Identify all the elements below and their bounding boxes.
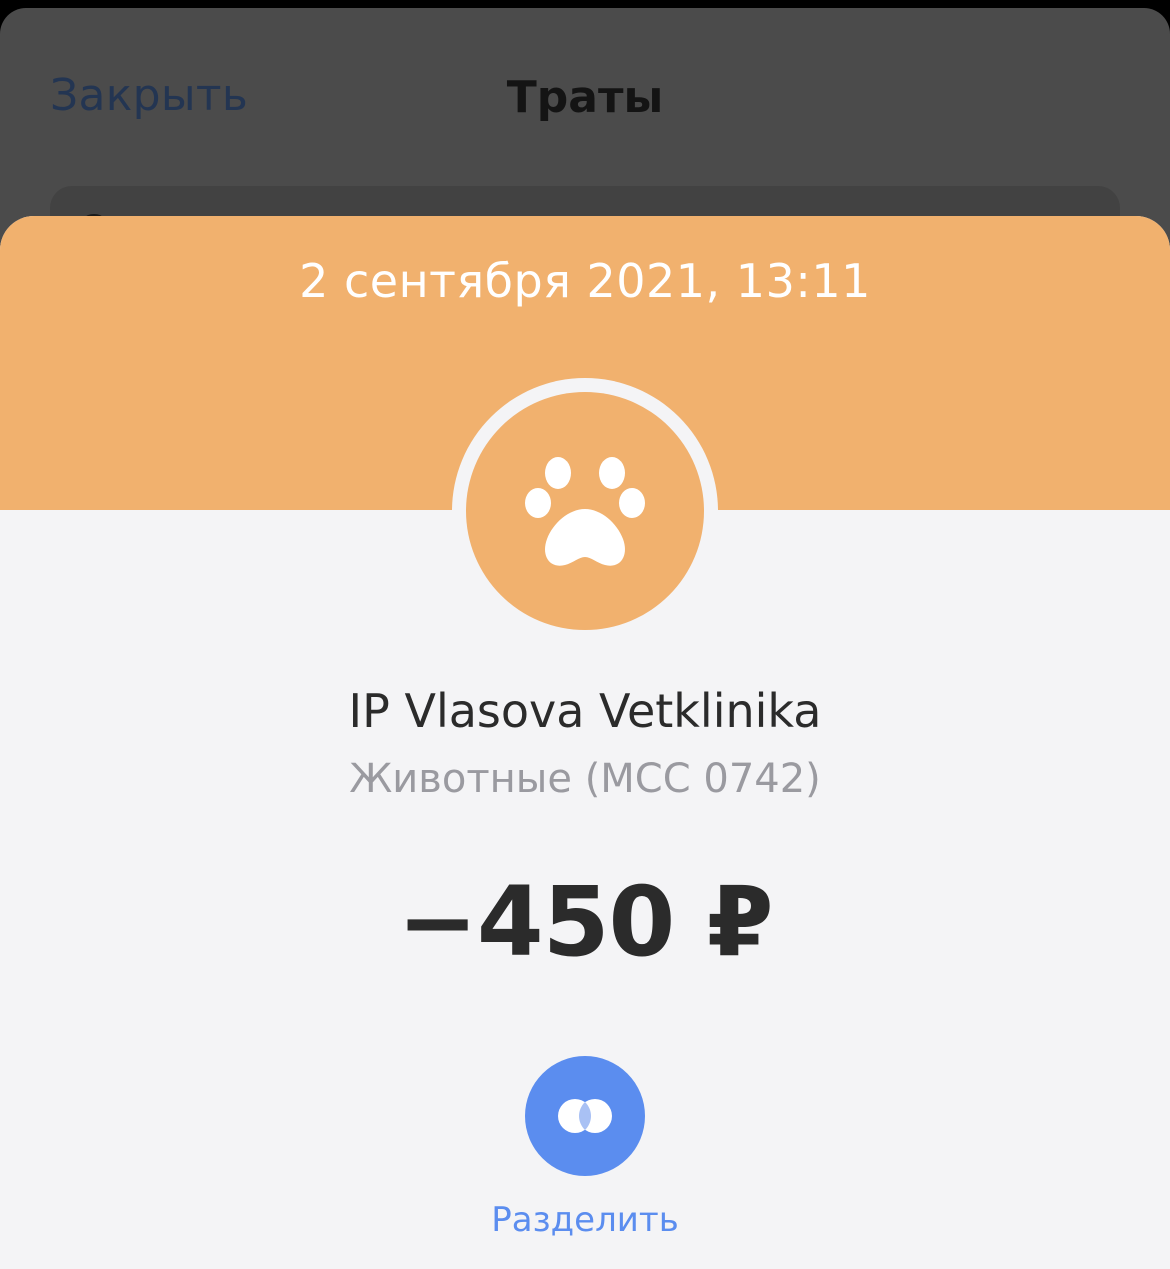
category-icon-ring: [452, 378, 718, 644]
category-icon-circle: [466, 392, 704, 630]
operation-date: 2 сентября 2021, 13:11: [299, 254, 871, 308]
amount: −450 ₽: [397, 866, 773, 978]
screen: Закрыть Траты 2 сентября 2021, 13:11 IP …: [0, 0, 1170, 1269]
split-button[interactable]: [525, 1056, 645, 1176]
paw-icon: [525, 457, 645, 566]
split-icon: [558, 1099, 612, 1133]
page-title: Траты: [506, 72, 664, 123]
split-label[interactable]: Разделить: [0, 1200, 1170, 1240]
operation-card: 2 сентября 2021, 13:11 IP Vlasova Vetkli…: [0, 216, 1170, 1269]
category-label: Животные (MCC 0742): [349, 756, 821, 802]
merchant-name: IP Vlasova Vetklinika: [348, 684, 822, 738]
